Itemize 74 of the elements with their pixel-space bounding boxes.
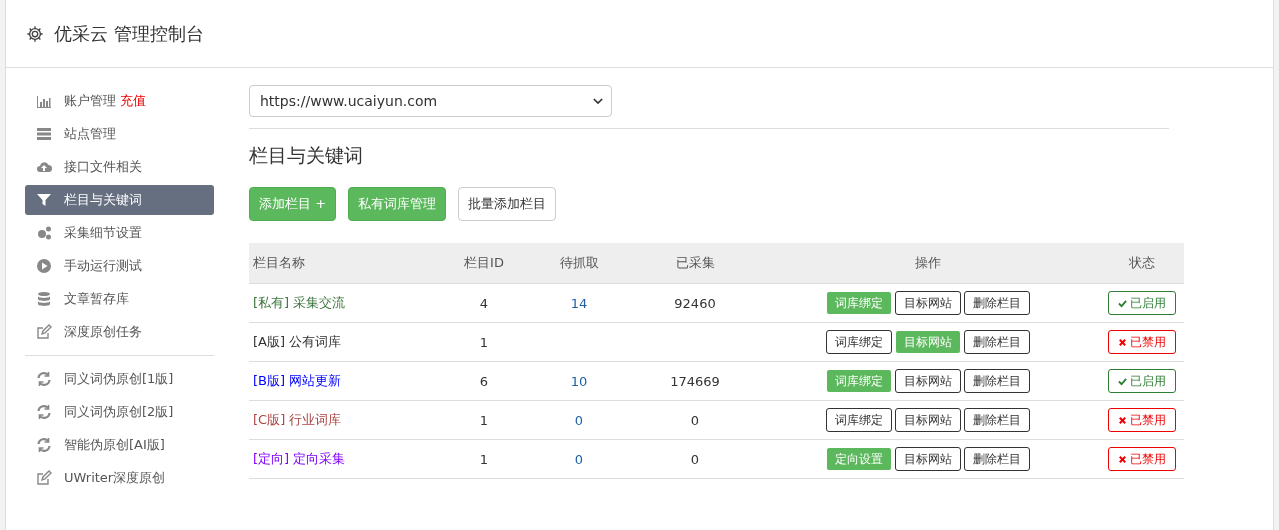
status-button[interactable]: 已启用 — [1108, 369, 1176, 393]
edit-icon — [36, 470, 52, 486]
status-button[interactable]: 已禁用 — [1108, 447, 1176, 471]
action-button[interactable]: 删除栏目 — [964, 369, 1030, 393]
column-header: 栏目ID — [444, 243, 524, 284]
table-cell: 10 — [570, 373, 588, 389]
table-cell: 1 — [479, 451, 489, 467]
bar-chart-icon — [36, 93, 52, 109]
table-cell: 174669 — [670, 373, 720, 389]
table-cell: 0 — [690, 451, 700, 467]
cloud-icon — [36, 159, 52, 175]
filter-icon — [36, 192, 52, 208]
close-icon — [1118, 415, 1127, 425]
column-header: 操作 — [756, 243, 1100, 284]
edit-icon — [36, 324, 52, 340]
close-icon — [1118, 454, 1127, 464]
sidebar-item[interactable]: UWriter深度原创 — [25, 463, 214, 493]
action-button[interactable]: 目标网站 — [895, 291, 961, 315]
table-cell: 1 — [479, 334, 489, 350]
section-title: 栏目与关键词 — [249, 143, 364, 168]
sidebar-item[interactable]: 同义词伪原创[2版] — [25, 397, 214, 427]
table-cell: 0 — [574, 412, 584, 428]
sidebar-item[interactable]: 手动运行测试 — [25, 251, 214, 281]
action-button[interactable]: 目标网站 — [895, 408, 961, 432]
toolbar-button[interactable]: 批量添加栏目 — [458, 187, 557, 221]
table-cell: 4 — [479, 295, 489, 311]
table-cell: 0 — [574, 451, 584, 467]
column-header: 状态 — [1100, 243, 1184, 284]
sidebar-item[interactable]: 账户管理 充值 — [25, 86, 214, 116]
status-button[interactable]: 已禁用 — [1108, 330, 1176, 354]
action-button[interactable]: 词库绑定 — [826, 330, 892, 354]
table-cell: 14 — [570, 295, 588, 311]
action-button[interactable]: 目标网站 — [895, 447, 961, 471]
table-cell: 1 — [479, 412, 489, 428]
column-name[interactable]: [C版] 行业词库 — [253, 412, 342, 427]
action-button[interactable]: 目标网站 — [895, 369, 961, 393]
action-button[interactable]: 删除栏目 — [964, 291, 1030, 315]
sidebar-item[interactable]: 栏目与关键词 — [25, 185, 214, 215]
sidebar-item[interactable]: 站点管理 — [25, 119, 214, 149]
table-cell: 92460 — [674, 295, 716, 311]
refresh-icon — [36, 371, 52, 387]
play-icon — [36, 258, 52, 274]
site-select[interactable]: https://www.ucaiyun.com — [249, 85, 612, 117]
refresh-icon — [36, 404, 52, 420]
chevron-down-icon — [593, 97, 603, 105]
column-header: 已采集 — [634, 243, 756, 284]
sidebar-item[interactable]: 同义词伪原创[1版] — [25, 364, 214, 394]
column-header: 栏目名称 — [249, 243, 444, 284]
action-button[interactable]: 删除栏目 — [964, 408, 1030, 432]
sidebar-item[interactable]: 接口文件相关 — [25, 152, 214, 182]
sidebar-item[interactable]: 智能伪原创[AI版] — [25, 430, 214, 460]
action-button[interactable]: 删除栏目 — [964, 447, 1030, 471]
column-name[interactable]: [A版] 公有词库 — [253, 334, 342, 349]
database-icon — [36, 291, 52, 307]
column-name[interactable]: [私有] 采集交流 — [253, 295, 346, 310]
table-cell: 0 — [690, 412, 700, 428]
column-name[interactable]: [B版] 网站更新 — [253, 373, 342, 388]
page-title: 优采云 管理控制台 — [54, 21, 204, 46]
status-button[interactable]: 已禁用 — [1108, 408, 1176, 432]
sidebar-item[interactable]: 文章暂存库 — [25, 284, 214, 314]
sidebar-item[interactable]: 深度原创任务 — [25, 317, 214, 347]
check-icon — [1118, 298, 1127, 308]
close-icon — [1118, 337, 1127, 347]
server-icon — [36, 126, 52, 142]
action-button[interactable]: 词库绑定 — [826, 408, 892, 432]
table-cell: 6 — [479, 373, 489, 389]
action-button[interactable]: 删除栏目 — [964, 330, 1030, 354]
settings-icon — [26, 24, 44, 43]
status-button[interactable]: 已启用 — [1108, 291, 1176, 315]
column-name[interactable]: [定向] 定向采集 — [253, 451, 346, 466]
check-icon — [1118, 376, 1127, 386]
column-header: 待抓取 — [524, 243, 634, 284]
sidebar-item[interactable]: 采集细节设置 — [25, 218, 214, 248]
refresh-icon — [36, 437, 52, 453]
